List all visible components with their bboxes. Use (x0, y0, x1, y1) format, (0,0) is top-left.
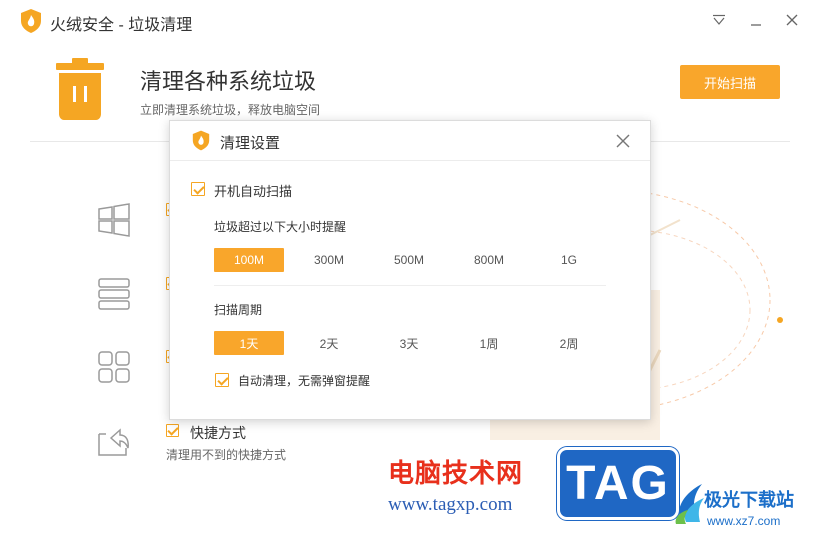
watermark-brand-name: 极光下载站 (704, 490, 794, 510)
window-title: 火绒安全 - 垃圾清理 (50, 17, 193, 34)
title-bar: 火绒安全 - 垃圾清理 (0, 0, 820, 42)
watermark-site-url: www.tagxp.com (388, 494, 513, 515)
scan-period-label: 扫描周期 (214, 303, 263, 317)
minimize-icon (751, 24, 761, 26)
dialog-close-icon[interactable] (614, 132, 632, 150)
auto-scan-label: 开机自动扫描 (214, 184, 293, 199)
period-option-1-week[interactable]: 1周 (454, 331, 524, 355)
close-button[interactable] (781, 9, 803, 31)
shortcut-icon (98, 428, 129, 456)
auto-scan-checkbox[interactable] (191, 182, 205, 196)
start-scan-button[interactable]: 开始扫描 (680, 65, 780, 99)
huorong-logo-icon (21, 9, 41, 33)
dialog-title: 清理设置 (220, 135, 281, 152)
trash-icon (56, 58, 104, 120)
apps-icon (98, 351, 130, 383)
period-option-2-weeks[interactable]: 2周 (534, 331, 604, 355)
size-option-100m[interactable]: 100M (214, 248, 284, 272)
dialog-divider (214, 285, 606, 286)
cleanup-settings-dialog: 清理设置 开机自动扫描 垃圾超过以下大小时提醒 100M 300M 500M 8… (169, 120, 651, 420)
size-option-800m[interactable]: 800M (454, 248, 524, 272)
watermark-site-name: 电脑技术网 (388, 458, 524, 488)
period-option-3-days[interactable]: 3天 (374, 331, 444, 355)
shortcut-checkbox[interactable] (166, 424, 179, 437)
size-option-300m[interactable]: 300M (294, 248, 364, 272)
period-option-1-day[interactable]: 1天 (214, 331, 284, 355)
auto-clean-checkbox[interactable] (215, 373, 229, 387)
minimize-button[interactable] (745, 9, 767, 31)
shortcut-description: 清理用不到的快捷方式 (166, 448, 287, 462)
size-threshold-label: 垃圾超过以下大小时提醒 (214, 220, 347, 234)
watermark-brand-url: www.xz7.com (707, 514, 781, 528)
close-icon (786, 14, 798, 26)
huorong-logo-icon (192, 130, 210, 151)
page-title: 清理各种系统垃圾 (140, 69, 317, 94)
page-subtitle: 立即清理系统垃圾，释放电脑空间 (140, 103, 321, 117)
period-option-2-days[interactable]: 2天 (294, 331, 364, 355)
size-option-1g[interactable]: 1G (534, 248, 604, 272)
database-icon (98, 278, 130, 310)
tag-badge-logo: TAG (557, 447, 679, 520)
shortcut-label: 快捷方式 (190, 425, 246, 441)
tag-badge-text: TAG (566, 457, 670, 510)
menu-icon (713, 14, 725, 25)
size-threshold-options: 100M 300M 500M 800M 1G (214, 248, 614, 272)
windows-icon (98, 203, 130, 237)
menu-button[interactable] (708, 9, 730, 31)
dialog-header: 清理设置 (170, 121, 650, 161)
scan-period-options: 1天 2天 3天 1周 2周 (214, 331, 614, 355)
auto-clean-label: 自动清理，无需弹窗提醒 (238, 374, 371, 388)
size-option-500m[interactable]: 500M (374, 248, 444, 272)
